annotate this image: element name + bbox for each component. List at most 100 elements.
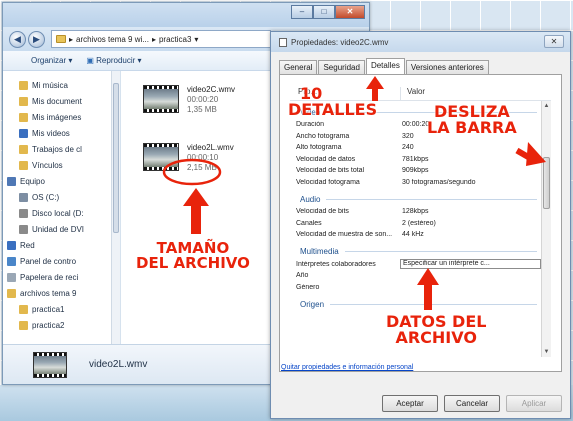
property-name: Año: [296, 272, 309, 280]
nav-item[interactable]: practica1: [3, 301, 120, 317]
file-name: video2L.wmv: [187, 143, 234, 152]
annotation-text: DETALLES: [288, 100, 378, 119]
nav-item[interactable]: OS (C:): [3, 189, 120, 205]
nav-item-label: Panel de contro: [20, 256, 77, 266]
network-icon: [7, 240, 16, 250]
pictures-folder-icon: [19, 112, 28, 122]
nav-item-label: Disco local (D:: [32, 208, 84, 218]
computer-icon: [7, 176, 16, 186]
property-value: 781kbps: [402, 155, 429, 163]
nav-item-label: practica1: [32, 304, 65, 314]
property-name: Velocidad de muestra de son...: [296, 231, 392, 239]
file-item[interactable]: video2L.wmv 00:00:10 2,15 MB: [143, 143, 234, 173]
breadcrumb-separator: ▸: [69, 34, 74, 44]
nav-item[interactable]: Papelera de reci: [3, 269, 120, 285]
nav-item-label: Unidad de DVI: [32, 224, 85, 234]
apply-button[interactable]: Aplicar: [506, 395, 562, 412]
property-name: Velocidad fotograma: [296, 178, 360, 186]
video-thumbnail: [143, 143, 179, 171]
file-duration: 00:00:10: [187, 153, 219, 162]
close-button[interactable]: ✕: [544, 35, 564, 48]
property-row[interactable]: Velocidad de muestra de son... 44 kHz: [290, 229, 541, 241]
property-row[interactable]: Alto fotograma 240: [290, 142, 541, 154]
nav-item[interactable]: Mi música: [3, 77, 120, 93]
nav-item[interactable]: Trabajos de cl: [3, 141, 120, 157]
property-value: 2 (estéreo): [402, 219, 436, 227]
nav-item[interactable]: Mis document: [3, 93, 120, 109]
music-folder-icon: [19, 80, 28, 90]
organize-menu[interactable]: Organizar ▾: [31, 56, 72, 65]
property-row[interactable]: Intérpretes colaboradores Especificar un …: [290, 259, 541, 271]
section-title: Multimedia: [290, 245, 541, 259]
nav-scrollbar[interactable]: [111, 71, 120, 344]
nav-item[interactable]: Equipo: [3, 173, 120, 189]
nav-item[interactable]: Vínculos: [3, 157, 120, 173]
property-row[interactable]: Canales 2 (estéreo): [290, 218, 541, 230]
breadcrumb-item-parent[interactable]: archivos tema 9 wi...: [76, 35, 149, 44]
nav-item-label: Mis videos: [32, 128, 70, 138]
nav-item[interactable]: Disco local (D:: [3, 205, 120, 221]
column-header-value[interactable]: Valor: [400, 87, 551, 100]
file-item[interactable]: video2C.wmv 00:00:20 1,35 MB: [143, 85, 235, 115]
breadcrumb-item-current[interactable]: practica3: [159, 35, 191, 44]
nav-item[interactable]: Mis videos: [3, 125, 120, 141]
section-title-label: Audio: [300, 194, 321, 204]
cancel-button[interactable]: Cancelar: [444, 395, 500, 412]
folder-icon: [19, 144, 28, 154]
property-row[interactable]: Año: [290, 270, 541, 282]
minimize-button[interactable]: –: [291, 5, 313, 19]
ok-button[interactable]: Aceptar: [382, 395, 438, 412]
file-meta: video2L.wmv 00:00:10 2,15 MB: [187, 143, 234, 173]
nav-item[interactable]: Mis imágenes: [3, 109, 120, 125]
property-row[interactable]: Velocidad de bits total 909kbps: [290, 165, 541, 177]
nav-item[interactable]: Unidad de DVI: [3, 221, 120, 237]
property-row[interactable]: Velocidad fotograma 30 fotogramas/segundo: [290, 177, 541, 189]
dialog-titlebar: Propiedades: video2C.wmv ✕: [271, 32, 570, 52]
tab-previous-versions[interactable]: Versiones anteriores: [405, 60, 489, 74]
property-value-input[interactable]: Especificar un intérprete c...: [400, 259, 541, 270]
file-icon: [279, 37, 287, 47]
file-size: 2,15 MB: [187, 163, 217, 172]
section-title: Origen: [290, 297, 541, 311]
scroll-down-arrow-icon[interactable]: ▼: [542, 347, 551, 357]
maximize-button[interactable]: □: [313, 5, 335, 19]
forward-button[interactable]: ▶: [28, 30, 45, 48]
property-row[interactable]: Género: [290, 282, 541, 294]
folder-icon: [7, 288, 16, 298]
nav-item-label: archivos tema 9: [20, 288, 77, 298]
breadcrumb[interactable]: ▸ archivos tema 9 wi... ▸ practica3 ▾: [51, 30, 271, 48]
property-row[interactable]: Velocidad de bits 128kbps: [290, 206, 541, 218]
chevron-down-icon[interactable]: ▾: [194, 35, 198, 44]
tab-security[interactable]: Seguridad: [318, 60, 365, 74]
section-title-label: Multimedia: [300, 247, 339, 256]
window-controls: – □ ✕: [291, 5, 365, 19]
nav-scroll-thumb[interactable]: [113, 83, 119, 233]
tab-general[interactable]: General: [279, 60, 318, 74]
play-icon: ▣: [86, 56, 97, 65]
annotation-text: DEL ARCHIVO: [136, 254, 250, 272]
property-name: Duración: [296, 121, 325, 129]
annotation-details: 10 DETALLES: [288, 86, 377, 118]
nav-item[interactable]: archivos tema 9: [3, 285, 120, 301]
tab-details[interactable]: Detalles: [365, 58, 405, 74]
nav-item-label: practica2: [32, 320, 65, 330]
file-duration: 00:00:20: [187, 95, 219, 104]
play-button[interactable]: ▣ Reproducir ▾: [86, 56, 141, 65]
scroll-thumb[interactable]: [543, 157, 550, 209]
back-button[interactable]: ◀: [9, 30, 26, 48]
remove-properties-link[interactable]: Quitar propiedades e información persona…: [281, 364, 413, 371]
property-scrollbar[interactable]: ▲ ▼: [541, 101, 551, 357]
scroll-up-arrow-icon[interactable]: ▲: [542, 101, 551, 111]
nav-item[interactable]: Panel de contro: [3, 253, 120, 269]
close-button[interactable]: ✕: [335, 5, 365, 19]
nav-item-label: Equipo: [20, 176, 45, 186]
nav-item[interactable]: Red: [3, 237, 120, 253]
nav-item-label: Trabajos de cl: [32, 144, 82, 154]
property-value: 30 fotogramas/segundo: [402, 178, 476, 186]
property-value: 44 kHz: [402, 231, 424, 239]
nav-item-label: Mis imágenes: [32, 112, 82, 122]
video-thumbnail: [143, 85, 179, 113]
nav-item[interactable]: practica2: [3, 317, 120, 333]
property-name: Alto fotograma: [296, 144, 342, 152]
property-row[interactable]: Velocidad de datos 781kbps: [290, 154, 541, 166]
